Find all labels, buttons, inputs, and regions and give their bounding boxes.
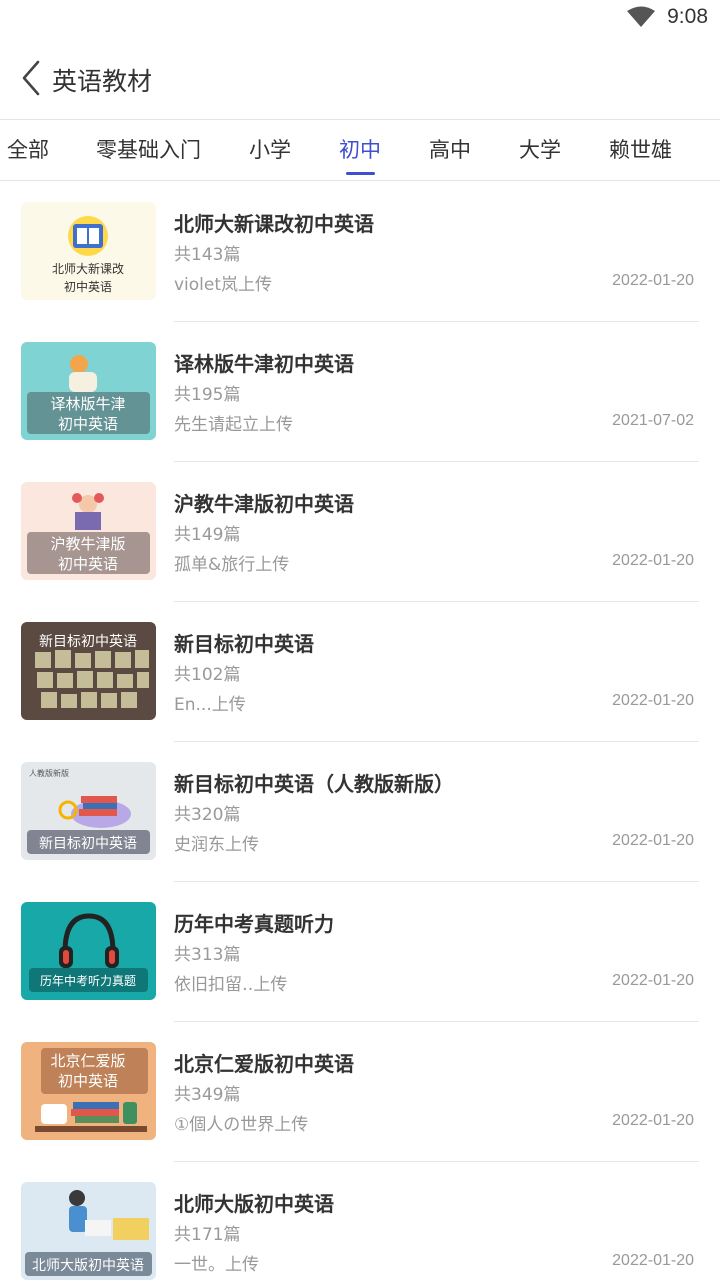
uploader: violet岚上传 [174,275,273,295]
uploader: ①個人の世界上传 [174,1115,309,1135]
uploader: En...上传 [174,695,246,715]
tab-university[interactable]: 大学 [519,134,561,164]
cover-text-line: 新目标初中英语 [39,835,137,852]
upload-date: 2022-01-20 [612,832,694,849]
cover-text-line: 北师大版初中英语 [32,1257,144,1274]
wifi-icon [627,6,655,27]
book-title: 新目标初中英语（人教版新版） [174,772,454,796]
list-item[interactable]: 历年中考听力真题 历年中考真题听力 共313篇 依旧扣留‥上传 2022-01-… [0,882,720,1022]
page-title: 英语教材 [52,67,153,96]
book-title: 历年中考真题听力 [174,912,334,936]
article-count: 共349篇 [174,1085,241,1105]
book-cover: 新目标初中英语 [21,622,156,720]
uploader: 史润东上传 [174,835,259,855]
active-tab-indicator [346,172,375,175]
status-bar: 9:08 [0,0,720,38]
list-item[interactable]: 新目标初中英语 新目标初中英语 共102篇 En...上传 2022-01-20 [0,602,720,742]
uploader: 孤单&旅行上传 [174,555,290,575]
article-count: 共149篇 [174,525,241,545]
book-cover: 北师大版初中英语 [21,1182,156,1280]
uploader: 依旧扣留‥上传 [174,975,288,995]
cover-text-line: 初中英语 [58,555,118,573]
list-item[interactable]: 译林版牛津 初中英语 译林版牛津初中英语 共195篇 先生请起立上传 2021-… [0,322,720,462]
upload-date: 2022-01-20 [612,1112,694,1129]
upload-date: 2022-01-20 [612,552,694,569]
book-title: 译林版牛津初中英语 [174,352,354,376]
upload-date: 2022-01-20 [612,272,694,289]
list-item[interactable]: 沪教牛津版 初中英语 沪教牛津版初中英语 共149篇 孤单&旅行上传 2022-… [0,462,720,602]
book-cover: 历年中考听力真题 [21,902,156,1000]
chevron-left-icon[interactable] [18,58,48,98]
book-title: 北京仁爱版初中英语 [174,1052,354,1076]
cover-text-line: 新目标初中英语 [39,633,137,650]
book-cover: 北京仁爱版 初中英语 [21,1042,156,1140]
book-cover: 沪教牛津版 初中英语 [21,482,156,580]
cover-text-line: 北京仁爱版 [50,1052,125,1070]
upload-date: 2022-01-20 [612,972,694,989]
tab-junior-high[interactable]: 初中 [339,134,381,164]
book-cover: 人教版新版 新目标初中英语 [21,762,156,860]
book-title: 北师大新课改初中英语 [174,212,374,236]
article-count: 共313篇 [174,945,241,965]
book-title: 北师大版初中英语 [174,1192,334,1216]
book-title: 新目标初中英语 [174,632,314,656]
list-item[interactable]: 北师大新课改 初中英语 北师大新课改初中英语 共143篇 violet岚上传 2… [0,182,720,322]
upload-date: 2022-01-20 [612,1252,694,1269]
cover-text-line: 沪教牛津版 [50,535,125,553]
list-item[interactable]: 北师大版初中英语 北师大版初中英语 共171篇 一世。上传 2022-01-20 [0,1162,720,1280]
book-cover: 北师大新课改 初中英语 [21,202,156,300]
status-time: 9:08 [667,5,708,28]
cover-text-line: 人教版新版 [29,768,69,778]
cover-text-line: 历年中考听力真题 [40,973,136,988]
cover-text-line: 初中英语 [58,1072,118,1090]
article-count: 共171篇 [174,1225,241,1245]
category-tabs: 全部 零基础入门 小学 初中 高中 大学 赖世雄 [0,121,720,181]
cover-text-line: 译林版牛津 [50,395,125,413]
article-count: 共143篇 [174,245,241,265]
list-item[interactable]: 北京仁爱版 初中英语 北京仁爱版初中英语 共349篇 ①個人の世界上传 2022… [0,1022,720,1162]
book-title: 沪教牛津版初中英语 [174,492,354,516]
cover-text-line: 初中英语 [64,279,112,294]
tab-all[interactable]: 全部 [7,134,49,164]
book-cover: 译林版牛津 初中英语 [21,342,156,440]
uploader: 一世。上传 [174,1255,259,1275]
article-count: 共320篇 [174,805,241,825]
tab-senior-high[interactable]: 高中 [429,134,471,164]
article-count: 共195篇 [174,385,241,405]
upload-date: 2021-07-02 [612,412,694,429]
cover-text-line: 初中英语 [58,415,118,433]
app-header: 英语教材 [0,38,720,120]
uploader: 先生请起立上传 [174,415,293,435]
tab-lai-shixiong[interactable]: 赖世雄 [609,134,672,164]
article-count: 共102篇 [174,665,241,685]
cover-text-line: 北师大新课改 [52,261,124,276]
upload-date: 2022-01-20 [612,692,694,709]
tab-beginner[interactable]: 零基础入门 [96,134,201,164]
list-item[interactable]: 人教版新版 新目标初中英语 新目标初中英语（人教版新版） 共320篇 史润东上传… [0,742,720,882]
tab-primary-school[interactable]: 小学 [249,134,291,164]
